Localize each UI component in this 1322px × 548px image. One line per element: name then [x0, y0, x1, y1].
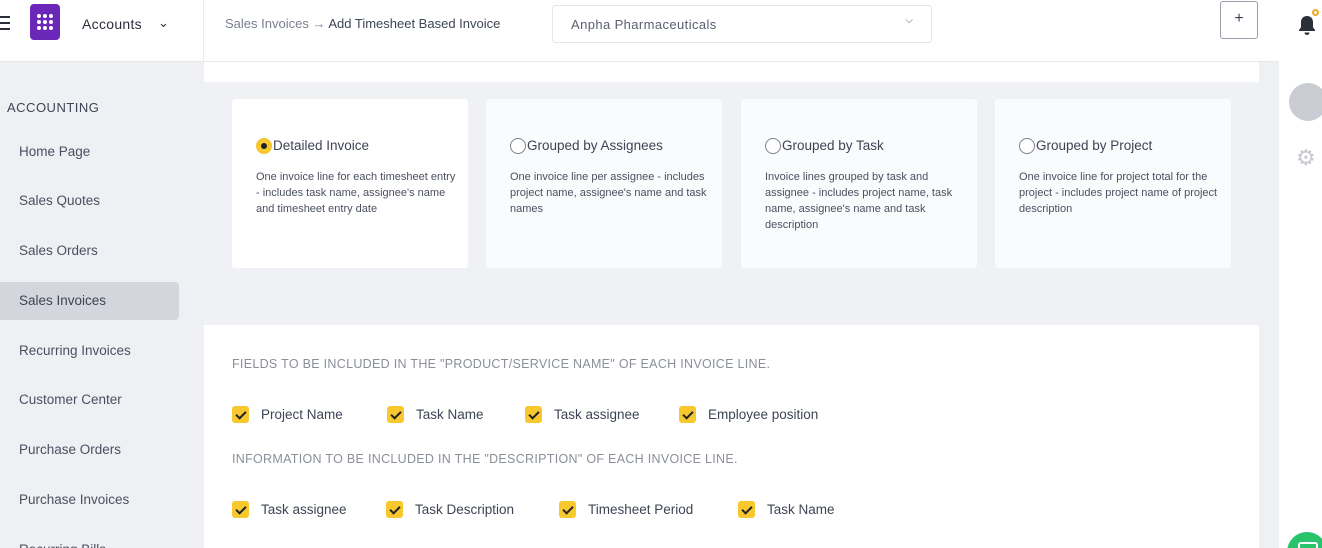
radio-button[interactable] [765, 138, 781, 154]
menu-icon[interactable] [0, 16, 10, 30]
sidebar-item-customer-center[interactable]: Customer Center [0, 381, 179, 419]
breadcrumb-parent-link[interactable]: Sales Invoices [225, 16, 309, 31]
invoice-type-description: One invoice line per assignee - includes… [510, 171, 707, 215]
avatar[interactable] [1289, 83, 1322, 121]
checkbox-label: Project Name [261, 407, 343, 422]
breadcrumb: Sales Invoices → Add Timesheet Based Inv… [225, 16, 500, 31]
sidebar-item-purchase-orders[interactable]: Purchase Orders [0, 431, 179, 469]
checkbox[interactable] [386, 501, 403, 518]
chat-icon[interactable] [1287, 532, 1322, 548]
main-content: Detailed Invoice One invoice line for ea… [204, 62, 1259, 548]
radio-button[interactable] [510, 138, 526, 154]
invoice-type-card-assignees[interactable]: Grouped by Assignees One invoice line pe… [486, 99, 722, 268]
checkbox[interactable] [387, 406, 404, 423]
module-name[interactable]: Accounts [82, 16, 142, 32]
invoice-type-panel: Detailed Invoice One invoice line for ea… [204, 82, 1259, 325]
invoice-type-title: Grouped by Assignees [527, 138, 663, 153]
checkbox[interactable] [232, 406, 249, 423]
product-fields-label: FIELDS TO BE INCLUDED IN THE "PRODUCT/SE… [232, 357, 771, 371]
chevron-down-icon[interactable]: ⌄ [158, 15, 169, 31]
invoice-type-description: One invoice line for project total for t… [1019, 171, 1218, 215]
checkbox-label: Task assignee [554, 407, 640, 422]
app-logo-icon[interactable] [30, 4, 60, 40]
checkbox-label: Task Name [416, 407, 484, 422]
right-rail: ⚙ [1279, 0, 1322, 548]
sidebar-item-recurring-bills[interactable]: Recurring Bills [0, 531, 179, 548]
checkbox-label: Employee position [708, 407, 819, 422]
sidebar: ACCOUNTING Home Page Sales Quotes Sales … [0, 62, 204, 548]
sidebar-section-title: ACCOUNTING [7, 100, 100, 115]
invoice-type-card-detailed[interactable]: Detailed Invoice One invoice line for ea… [232, 99, 468, 268]
bell-icon[interactable] [1297, 14, 1317, 36]
description-fields-label: INFORMATION TO BE INCLUDED IN THE "DESCR… [232, 452, 738, 466]
checkbox[interactable] [232, 501, 249, 518]
invoice-type-title: Detailed Invoice [273, 138, 370, 153]
company-select[interactable]: Anpha Pharmaceuticals ⌵ [552, 5, 932, 43]
sidebar-item-home-page[interactable]: Home Page [0, 133, 179, 171]
chevron-down-icon: ⌵ [905, 15, 913, 26]
radio-button[interactable] [1019, 138, 1035, 154]
page-title: Add Timesheet Based Invoice [328, 16, 501, 31]
checkbox-label: Task assignee [261, 502, 347, 517]
sidebar-item-sales-quotes[interactable]: Sales Quotes [0, 182, 179, 220]
sidebar-item-sales-orders[interactable]: Sales Orders [0, 232, 179, 270]
module-switcher-area: Accounts ⌄ [0, 0, 204, 62]
sidebar-item-recurring-invoices[interactable]: Recurring Invoices [0, 332, 179, 370]
breadcrumb-arrow: → [312, 16, 326, 31]
checkbox[interactable] [738, 501, 755, 518]
notification-dot [1312, 9, 1319, 16]
invoice-type-description: Invoice lines grouped by task and assign… [765, 171, 953, 231]
checkbox[interactable] [525, 406, 542, 423]
add-button[interactable]: + [1220, 1, 1258, 39]
invoice-type-title: Grouped by Task [782, 138, 884, 153]
company-select-value: Anpha Pharmaceuticals [571, 17, 717, 32]
sidebar-item-purchase-invoices[interactable]: Purchase Invoices [0, 481, 179, 519]
checkbox[interactable] [679, 406, 696, 423]
invoice-type-description: One invoice line for each timesheet entr… [256, 171, 456, 215]
checkbox-label: Task Name [767, 502, 835, 517]
checkbox-label: Task Description [415, 502, 515, 517]
invoice-type-card-task[interactable]: Grouped by Task Invoice lines grouped by… [741, 99, 977, 268]
gear-icon[interactable]: ⚙ [1296, 147, 1316, 169]
checkbox-label: Timesheet Period [588, 502, 694, 517]
radio-button[interactable] [256, 138, 272, 154]
top-bar: Accounts ⌄ Sales Invoices → Add Timeshee… [0, 0, 1279, 62]
sidebar-item-sales-invoices[interactable]: Sales Invoices [0, 282, 179, 320]
checkbox[interactable] [559, 501, 576, 518]
invoice-type-title: Grouped by Project [1036, 138, 1153, 153]
invoice-type-card-project[interactable]: Grouped by Project One invoice line for … [995, 99, 1231, 268]
